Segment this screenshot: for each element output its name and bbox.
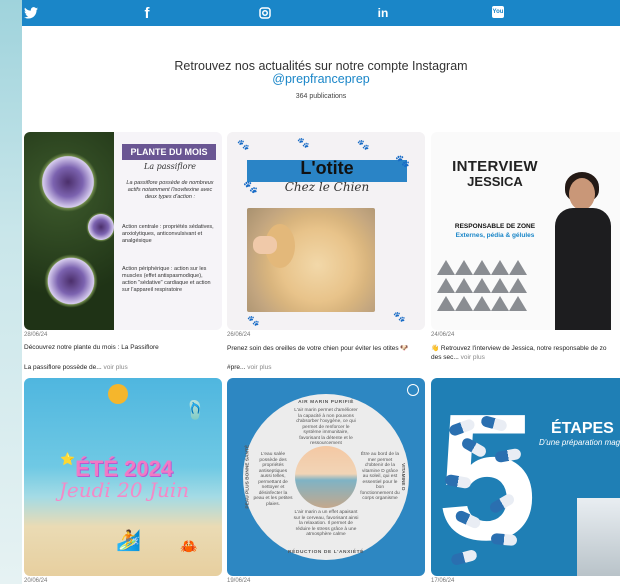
- wheel-label-top: AIR MARIN PURIFIÉ: [298, 400, 354, 405]
- passiflora-photo: [24, 132, 116, 330]
- wheel-label-left: PEAU PLUS BONNE SANTÉ: [245, 444, 251, 509]
- jessica-photo: [555, 172, 611, 330]
- wheel-text-bottom: L'air marin a un effet apaisant sur le c…: [293, 510, 359, 537]
- wheel-text-top: L'air marin permet d'améliorer la capaci…: [294, 408, 358, 446]
- linkedin-icon[interactable]: in: [374, 4, 392, 22]
- interviewee-role: RESPONSABLE DE ZONE: [454, 223, 536, 230]
- post-caption-excerpt: La passiflore possède de... voir plus: [24, 364, 222, 371]
- post-caption: Prenez soin des oreilles de votre chien …: [227, 345, 409, 352]
- post-image-passiflore[interactable]: PLANTE DU MOIS La passiflore La passiflo…: [24, 132, 222, 330]
- post-image-ete[interactable]: 🩴 ⭐ ÉTÉ 2024 Jeudi 20 Juin 🏄 🦀: [24, 378, 222, 576]
- beach-photo: [295, 446, 357, 508]
- dog-photo: [247, 208, 375, 312]
- post-caption: Découvrez notre plante du mois : La Pass…: [24, 344, 159, 351]
- wheel-text-left: L'eau salée possède des propriétés antis…: [253, 452, 293, 507]
- caption-excerpt-text: des sec...: [431, 354, 459, 361]
- interview-title: INTERVIEW: [452, 158, 538, 175]
- see-more-link[interactable]: voir plus: [247, 364, 271, 371]
- instagram-heading: Retrouvez nos actualités sur notre compt…: [174, 59, 468, 73]
- crab-icon: 🦀: [180, 538, 198, 554]
- triangle-pattern: [437, 260, 545, 276]
- see-more-link[interactable]: voir plus: [461, 354, 485, 361]
- post-date: 28/06/24: [24, 332, 48, 338]
- post-date: 19/06/24: [227, 578, 251, 584]
- instagram-icon[interactable]: [256, 4, 274, 22]
- surfboard-icon: 🏄: [116, 530, 141, 552]
- instagram-handle-link[interactable]: @prepfranceprep: [22, 72, 620, 86]
- otite-title: L'otite: [300, 158, 354, 178]
- plant-bullet-1: Action centrale : propriétés sédatives, …: [122, 224, 214, 244]
- paw-icon: 🐾: [243, 180, 258, 194]
- post-date: 17/06/24: [431, 578, 455, 584]
- post-date: 20/06/24: [24, 578, 48, 584]
- wheel-text-right: Être au bord de la mer permet d'obtenir …: [360, 452, 400, 501]
- hand: [253, 236, 277, 254]
- instagram-feed-section: Retrouvez nos actualités sur notre compt…: [22, 26, 620, 584]
- caption-excerpt-text: #pre...: [227, 364, 246, 371]
- interviewee-scope: Externes, pédia & gélules: [455, 232, 535, 239]
- lab-photo: [577, 498, 620, 576]
- publication-count: 364 publications: [295, 93, 347, 100]
- see-more-link[interactable]: voir plus: [104, 364, 128, 371]
- facebook-icon[interactable]: f: [138, 4, 156, 22]
- post-image-etapes[interactable]: 5 ÉTAPES D'une préparation magistral: [431, 378, 620, 576]
- interviewee-name: JESSICA: [467, 174, 523, 189]
- capsules-photo: [441, 406, 531, 567]
- plant-of-month-tag: PLANTE DU MOIS: [122, 144, 216, 160]
- post-caption-excerpt: #pre... voir plus: [227, 364, 425, 371]
- social-bar: f in You: [22, 0, 620, 26]
- post-image-otite[interactable]: 🐾 🐾 🐾 🐾 🐾 L'otite Chez le Chien 🐾 🐾: [227, 132, 425, 330]
- post-image-interview[interactable]: INTERVIEW JESSICA RESPONSABLE DE ZONE Ex…: [431, 132, 620, 330]
- youtube-icon[interactable]: You: [492, 6, 504, 18]
- paw-icon: 🐾: [395, 154, 410, 168]
- plant-name: La passiflore: [144, 162, 196, 171]
- ete-date: Jeudi 20 Juin: [58, 478, 190, 502]
- plant-intro: La passiflore possède de nombreux actifs…: [126, 180, 214, 200]
- etapes-subtitle: D'une préparation magistral: [539, 438, 620, 447]
- post-caption-excerpt: des sec... voir plus: [431, 354, 620, 361]
- sun-icon: [108, 384, 128, 404]
- plant-bullet-2: Action périphérique : action sur les mus…: [122, 266, 211, 293]
- passiflore-info-panel: PLANTE DU MOIS La passiflore La passiflo…: [114, 132, 222, 330]
- post-date: 24/06/24: [431, 332, 455, 338]
- triangle-pattern: [437, 278, 545, 294]
- post-date: 26/06/24: [227, 332, 251, 338]
- post-caption: 👋 Retrouvez l'interview de Jessica, notr…: [431, 345, 607, 352]
- triangle-pattern: [437, 296, 545, 312]
- etapes-title: ÉTAPES: [551, 420, 614, 437]
- page-background: [0, 0, 22, 584]
- otite-subtitle: Chez le Chien: [284, 180, 370, 194]
- carousel-icon: [407, 384, 419, 396]
- wheel-label-right: VITAMINE D: [399, 463, 405, 491]
- caption-excerpt-text: La passiflore possède de...: [24, 364, 102, 371]
- flip-flops-icon: 🩴: [184, 400, 207, 420]
- post-image-mer-bienfaits[interactable]: AIR MARIN PURIFIÉ L'air marin permet d'a…: [227, 378, 425, 576]
- twitter-icon[interactable]: [22, 4, 40, 22]
- wheel-label-bottom: RÉDUCTION DE L'ANXIÉTÉ: [288, 550, 364, 555]
